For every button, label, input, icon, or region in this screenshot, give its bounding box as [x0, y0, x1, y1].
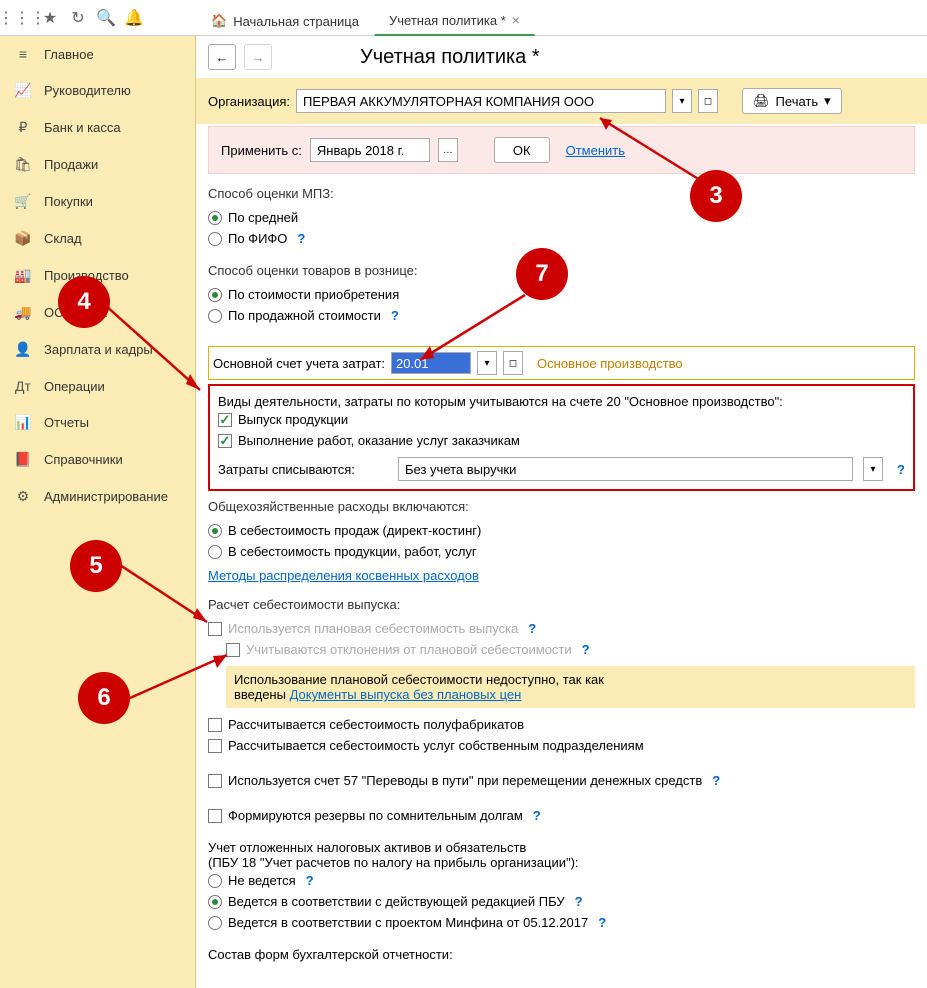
- sidebar-item-8[interactable]: 👤Зарплата и кадры: [0, 331, 195, 368]
- radio-retail-sale[interactable]: [208, 309, 222, 323]
- writeoff-label: Затраты списываются:: [218, 462, 388, 477]
- forms-label: Состав форм бухгалтерской отчетности:: [208, 947, 915, 962]
- home-icon: 🏠: [211, 13, 227, 29]
- help-icon[interactable]: ?: [582, 642, 590, 657]
- writeoff-dd-btn[interactable]: ▾: [863, 457, 883, 481]
- sidebar-item-11[interactable]: 📕Справочники: [0, 441, 195, 478]
- radio-mpz-fifo[interactable]: [208, 232, 222, 246]
- org-label: Организация:: [208, 94, 290, 109]
- radio-def-current[interactable]: [208, 895, 222, 909]
- nav-back[interactable]: ←: [208, 44, 236, 70]
- radio-def-none[interactable]: [208, 874, 222, 888]
- org-input[interactable]: ПЕРВАЯ АККУМУЛЯТОРНАЯ КОМПАНИЯ ООО: [296, 89, 666, 113]
- cancel-link[interactable]: Отменить: [566, 143, 625, 158]
- sidebar-icon: 📊: [14, 414, 32, 431]
- account-open[interactable]: ◻: [503, 351, 523, 375]
- bell-icon[interactable]: 🔔: [120, 4, 148, 32]
- warn-link[interactable]: Документы выпуска без плановых цен: [290, 687, 522, 702]
- radio-def-project[interactable]: [208, 916, 222, 930]
- radio-direct-costing[interactable]: [208, 524, 222, 538]
- help-icon[interactable]: ?: [712, 773, 720, 788]
- overhead-label: Общехозяйственные расходы включаются:: [208, 499, 915, 514]
- help-icon[interactable]: ?: [528, 621, 536, 636]
- sidebar-icon: 🏭: [14, 267, 32, 284]
- tab-accounting-policy[interactable]: Учетная политика * ×: [374, 3, 535, 36]
- callout-3: 3: [690, 170, 742, 222]
- sidebar-icon: ≡: [14, 46, 32, 62]
- callout-5: 5: [70, 540, 122, 592]
- cost-label: Расчет себестоимости выпуска:: [208, 597, 915, 612]
- check-semi[interactable]: [208, 718, 222, 732]
- sidebar-item-0[interactable]: ≡Главное: [0, 36, 195, 72]
- account-label: Основной счет учета затрат:: [213, 356, 385, 371]
- sidebar-icon: 🛒: [14, 193, 32, 210]
- deferred-label2: (ПБУ 18 "Учет расчетов по налогу на приб…: [208, 855, 915, 870]
- check-deviations: [226, 643, 240, 657]
- check-plan-cost: [208, 622, 222, 636]
- apps-icon[interactable]: ⋮⋮⋮: [8, 4, 36, 32]
- activities-label: Виды деятельности, затраты по которым уч…: [218, 394, 905, 409]
- page-title: Учетная политика *: [360, 46, 540, 69]
- help-icon[interactable]: ?: [533, 808, 541, 823]
- sidebar-icon: ⚙: [14, 488, 32, 505]
- nav-forward[interactable]: →: [244, 44, 272, 70]
- tab-home[interactable]: 🏠 Начальная страница: [196, 4, 374, 36]
- account-dropdown[interactable]: ▾: [477, 351, 497, 375]
- account-input[interactable]: [391, 352, 471, 374]
- sidebar-icon: 🛍: [14, 156, 32, 173]
- org-dropdown[interactable]: ▾: [672, 89, 692, 113]
- help-icon[interactable]: ?: [575, 894, 583, 909]
- sidebar-icon: 👤: [14, 341, 32, 358]
- sidebar: ≡Главное📈Руководителю₽Банк и касса🛍Прода…: [0, 36, 196, 988]
- history-icon[interactable]: ↻: [64, 4, 92, 32]
- sidebar-item-9[interactable]: ДтОперации: [0, 368, 195, 404]
- close-icon[interactable]: ×: [512, 12, 520, 28]
- sidebar-item-10[interactable]: 📊Отчеты: [0, 404, 195, 441]
- sidebar-item-1[interactable]: 📈Руководителю: [0, 72, 195, 109]
- radio-product-cost[interactable]: [208, 545, 222, 559]
- check-reserves[interactable]: [208, 809, 222, 823]
- sidebar-item-2[interactable]: ₽Банк и касса: [0, 109, 195, 146]
- sidebar-item-5[interactable]: 📦Склад: [0, 220, 195, 257]
- deferred-label1: Учет отложенных налоговых активов и обяз…: [208, 840, 915, 855]
- search-icon[interactable]: 🔍: [92, 4, 120, 32]
- methods-link[interactable]: Методы распределения косвенных расходов: [208, 568, 479, 583]
- help-icon[interactable]: ?: [306, 873, 314, 888]
- check-acc57[interactable]: [208, 774, 222, 788]
- radio-retail-cost[interactable]: [208, 288, 222, 302]
- sidebar-item-3[interactable]: 🛍Продажи: [0, 146, 195, 183]
- date-picker[interactable]: …: [438, 138, 458, 162]
- warning-box: Использование плановой себестоимости нед…: [226, 666, 915, 708]
- apply-date-input[interactable]: [310, 138, 430, 162]
- check-output[interactable]: ✓: [218, 413, 232, 427]
- check-services[interactable]: ✓: [218, 434, 232, 448]
- account-desc: Основное производство: [537, 356, 683, 371]
- help-icon[interactable]: ?: [391, 308, 399, 323]
- help-icon[interactable]: ?: [598, 915, 606, 930]
- callout-4: 4: [58, 276, 110, 328]
- check-own-services[interactable]: [208, 739, 222, 753]
- radio-mpz-avg[interactable]: [208, 211, 222, 225]
- print-button[interactable]: 🖨 Печать ▾: [742, 88, 842, 114]
- sidebar-icon: Дт: [14, 378, 32, 394]
- sidebar-icon: 📦: [14, 230, 32, 247]
- print-icon: 🖨: [753, 93, 770, 109]
- sidebar-icon: ₽: [14, 119, 32, 136]
- sidebar-icon: 📈: [14, 82, 32, 99]
- sidebar-item-12[interactable]: ⚙Администрирование: [0, 478, 195, 515]
- callout-6: 6: [78, 672, 130, 724]
- mpz-label: Способ оценки МПЗ:: [208, 186, 915, 201]
- help-icon[interactable]: ?: [297, 231, 305, 246]
- callout-7: 7: [516, 248, 568, 300]
- star-icon[interactable]: ★: [36, 4, 64, 32]
- help-icon[interactable]: ?: [897, 462, 905, 477]
- sidebar-icon: 📕: [14, 451, 32, 468]
- org-open[interactable]: ◻: [698, 89, 718, 113]
- ok-button[interactable]: ОК: [494, 137, 550, 163]
- sidebar-item-4[interactable]: 🛒Покупки: [0, 183, 195, 220]
- writeoff-dropdown[interactable]: Без учета выручки: [398, 457, 853, 481]
- sidebar-icon: 🚚: [14, 304, 32, 321]
- apply-label: Применить с:: [221, 143, 302, 158]
